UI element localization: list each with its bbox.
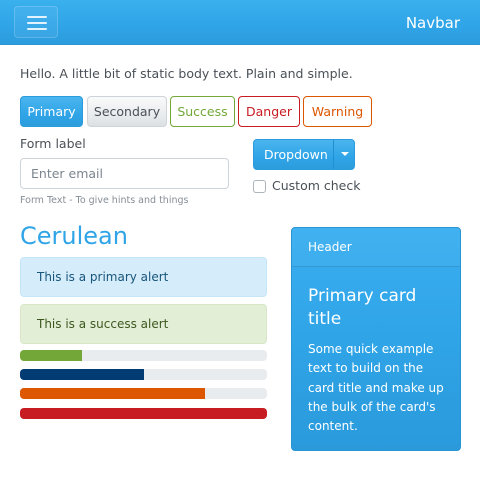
hamburger-icon xyxy=(27,22,47,24)
caret-down-icon xyxy=(341,152,349,156)
primary-alert: This is a primary alert xyxy=(20,257,267,297)
dropdown-label: Dropdown xyxy=(264,147,328,162)
primary-button[interactable]: Primary xyxy=(20,96,83,127)
progress-bar-1 xyxy=(20,350,267,361)
page-heading: Cerulean xyxy=(20,222,128,250)
progress-fill xyxy=(20,350,82,361)
hamburger-icon xyxy=(27,16,47,18)
danger-button[interactable]: Danger xyxy=(238,96,300,127)
card-title: Primary card title xyxy=(308,286,417,329)
form-help-text: Form Text - To give hints and things xyxy=(20,195,189,206)
card-header: Header xyxy=(292,228,460,267)
dropdown-toggle[interactable] xyxy=(333,140,355,169)
form-label: Form label xyxy=(20,136,86,151)
progress-fill xyxy=(20,369,144,380)
warning-button[interactable]: Warning xyxy=(303,96,372,127)
email-input[interactable] xyxy=(20,158,229,189)
navbar: Navbar xyxy=(0,0,480,45)
card-text: Some quick example text to build on the … xyxy=(308,342,444,434)
success-alert: This is a success alert xyxy=(20,304,267,344)
success-button[interactable]: Success xyxy=(170,96,235,127)
custom-check-checkbox[interactable] xyxy=(253,180,266,193)
progress-bar-3 xyxy=(20,388,267,399)
navbar-toggler-button[interactable] xyxy=(14,6,58,38)
progress-bar-4 xyxy=(20,408,267,419)
hamburger-icon xyxy=(27,28,47,30)
progress-bar-2 xyxy=(20,369,267,380)
primary-card: Header Primary card title Some quick exa… xyxy=(291,227,461,451)
dropdown-button[interactable]: Dropdown xyxy=(253,139,355,170)
custom-check-label[interactable]: Custom check xyxy=(272,178,360,193)
secondary-button[interactable]: Secondary xyxy=(87,96,167,127)
body-text: Hello. A little bit of static body text.… xyxy=(20,66,353,81)
progress-fill xyxy=(20,388,206,399)
navbar-brand[interactable]: Navbar xyxy=(406,14,460,32)
progress-fill xyxy=(20,408,267,419)
